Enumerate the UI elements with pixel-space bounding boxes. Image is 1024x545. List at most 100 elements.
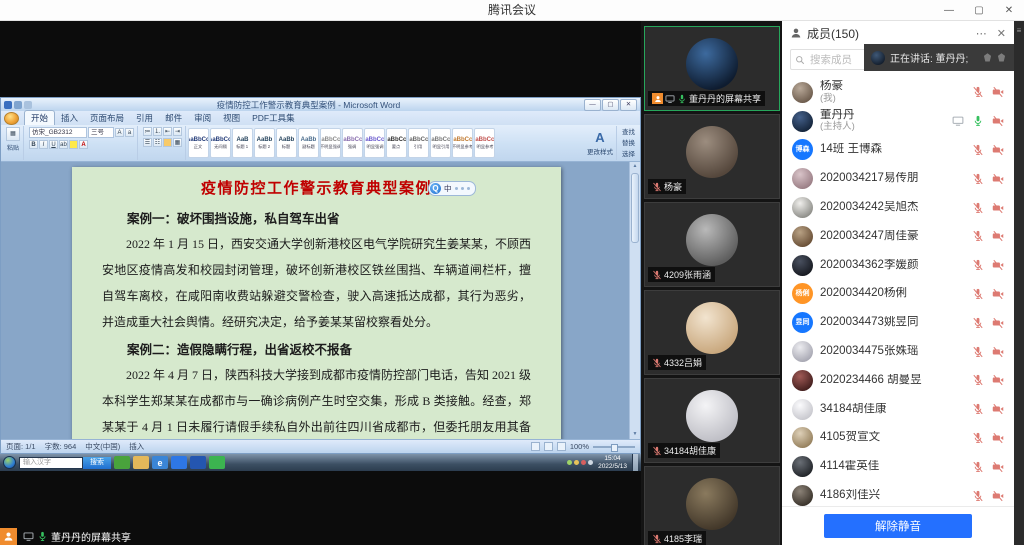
edit-menu-item[interactable]: 查找 (622, 128, 635, 137)
tray-icon[interactable] (567, 460, 572, 465)
member-search-box[interactable] (790, 49, 872, 70)
show-desktop-button[interactable] (632, 454, 638, 471)
undo-icon[interactable] (14, 101, 22, 109)
member-row[interactable]: 4186刘佳兴 (782, 481, 1014, 506)
word-tab[interactable]: 插入 (55, 111, 84, 125)
reaction-icon[interactable] (996, 52, 1007, 63)
change-style-button[interactable]: A 更改样式 (584, 126, 617, 160)
taskbar-search-input[interactable] (19, 457, 83, 469)
meeting-icon[interactable] (171, 456, 187, 469)
redo-icon[interactable] (24, 101, 32, 109)
document-scrollbar[interactable]: ▲ ▼ (629, 162, 640, 439)
member-row[interactable]: 2020034247周佳豪 (782, 222, 1014, 251)
office-button-icon[interactable] (4, 112, 19, 125)
scrollbar-thumb[interactable] (631, 173, 639, 243)
underline-icon[interactable]: U (49, 140, 58, 149)
style-chip[interactable]: AaBbCcI无间隔 (210, 128, 231, 158)
style-chip[interactable]: AaBbCcL不明显强调 (320, 128, 341, 158)
tray-icon[interactable] (574, 460, 579, 465)
minimize-icon[interactable]: — (934, 0, 964, 20)
qq-icon[interactable] (190, 456, 206, 469)
word-tab[interactable]: 邮件 (159, 111, 188, 125)
ime-keyboard-icon[interactable] (467, 187, 470, 190)
member-row[interactable]: 董丹丹(主持人) (782, 107, 1014, 136)
style-chip[interactable]: AaBbCcL不明显参考 (452, 128, 473, 158)
taskbar-search-button[interactable]: 搜索 (83, 457, 111, 469)
member-row[interactable]: 4114霍英佳 (782, 452, 1014, 481)
bullets-icon[interactable]: ≔ (143, 127, 152, 136)
member-row[interactable]: 34184胡佳康 (782, 395, 1014, 424)
video-thumbnail[interactable]: 4209张雨涵 (644, 202, 780, 287)
style-chip[interactable]: AaBb标题 2 (254, 128, 275, 158)
zoom-slider[interactable] (593, 446, 635, 448)
view-outline-icon[interactable] (557, 442, 566, 451)
style-chip[interactable]: AaBbCcL强调 (342, 128, 363, 158)
start-button-icon[interactable] (3, 456, 16, 469)
style-chip[interactable]: AaBb副标题 (298, 128, 319, 158)
word-minimize-icon[interactable]: — (584, 99, 601, 111)
member-row[interactable]: 2020234466 胡曼昱 (782, 366, 1014, 395)
align-center-icon[interactable]: ☷ (153, 138, 162, 147)
video-thumbnail[interactable]: 杨豪 (644, 114, 780, 199)
member-row[interactable]: 2020034242吴旭杰 (782, 193, 1014, 222)
wechat-icon[interactable] (209, 456, 225, 469)
word-tab[interactable]: PDF工具集 (246, 111, 301, 125)
ime-menu-icon[interactable] (455, 187, 458, 190)
style-chip[interactable]: AaBbCcL明显强调 (364, 128, 385, 158)
ime-logo-icon[interactable]: Q (430, 183, 441, 194)
font-name-select[interactable]: 仿宋_GB2312 (29, 127, 87, 138)
bold-icon[interactable]: B (29, 140, 38, 149)
numbering-icon[interactable]: ⒈ (153, 127, 162, 136)
scroll-down-icon[interactable]: ▼ (630, 430, 640, 439)
style-chip[interactable]: AaBb标题 (276, 128, 297, 158)
view-web-icon[interactable] (544, 442, 553, 451)
taskbar-clock[interactable]: 15:04 2022/5/13 (595, 455, 630, 470)
word-tab[interactable]: 开始 (24, 110, 55, 125)
member-row[interactable]: 4105贺宣文 (782, 424, 1014, 453)
folder-icon[interactable] (133, 456, 149, 469)
close-icon[interactable]: ✕ (994, 0, 1024, 20)
ime-mode-label[interactable]: 中 (444, 183, 452, 194)
ime-toolbar[interactable]: Q 中 (428, 181, 476, 196)
style-chip[interactable]: AaBbCcL明显引用 (430, 128, 451, 158)
scroll-up-icon[interactable]: ▲ (630, 162, 640, 171)
style-chip[interactable]: AaBbCcI正文 (188, 128, 209, 158)
member-row[interactable]: 2020034217易传朋 (782, 164, 1014, 193)
word-tab[interactable]: 页面布局 (84, 111, 130, 125)
highlight-icon[interactable] (69, 140, 78, 149)
borders-icon[interactable]: ▦ (173, 138, 182, 147)
video-thumbnail[interactable]: 34184胡佳康 (644, 378, 780, 463)
indent-icon[interactable]: ⇤ (163, 127, 172, 136)
style-chip[interactable]: AaBbCcL明显参考 (474, 128, 495, 158)
tray-icon[interactable] (581, 460, 586, 465)
member-row[interactable]: 2020034362李媛颜 (782, 251, 1014, 280)
edit-menu-item[interactable]: 替换 (622, 139, 635, 148)
member-row[interactable]: 博森14班 王博森 (782, 136, 1014, 165)
font-size-select[interactable]: 三号 (88, 127, 114, 138)
word-tab[interactable]: 审阅 (188, 111, 217, 125)
word-tab[interactable]: 视图 (217, 111, 246, 125)
reaction-icon[interactable] (982, 52, 993, 63)
ime-settings-icon[interactable] (461, 187, 464, 190)
word-close-icon[interactable]: ✕ (620, 99, 637, 111)
panel-toggle-icon[interactable]: ≡ (1017, 26, 1022, 35)
italic-icon[interactable]: I (39, 140, 48, 149)
align-left-icon[interactable]: ☰ (143, 138, 152, 147)
panel-close-icon[interactable]: ✕ (997, 27, 1006, 40)
member-row[interactable]: 2020034475张姝瑶 (782, 337, 1014, 366)
video-thumbnail[interactable]: 董丹丹的屏幕共享 (644, 26, 780, 111)
unmute-button[interactable]: 解除静音 (824, 514, 972, 538)
ie-icon[interactable]: e (152, 456, 168, 469)
style-chip[interactable]: AaB标题 1 (232, 128, 253, 158)
font-color-icon[interactable]: A (79, 140, 88, 149)
outdent-icon[interactable]: ⇥ (173, 127, 182, 136)
style-chip[interactable]: AaBbCcL要点 (386, 128, 407, 158)
member-row[interactable]: 昱同2020034473姚昱同 (782, 308, 1014, 337)
save-icon[interactable] (4, 101, 12, 109)
maximize-icon[interactable]: ▢ (964, 0, 994, 20)
paste-icon[interactable]: ▦ (6, 127, 20, 141)
view-print-icon[interactable] (531, 442, 540, 451)
member-row[interactable]: 杨俐2020034420杨俐 (782, 280, 1014, 309)
shading-icon[interactable] (163, 138, 172, 147)
more-icon[interactable]: ⋯ (976, 27, 987, 40)
